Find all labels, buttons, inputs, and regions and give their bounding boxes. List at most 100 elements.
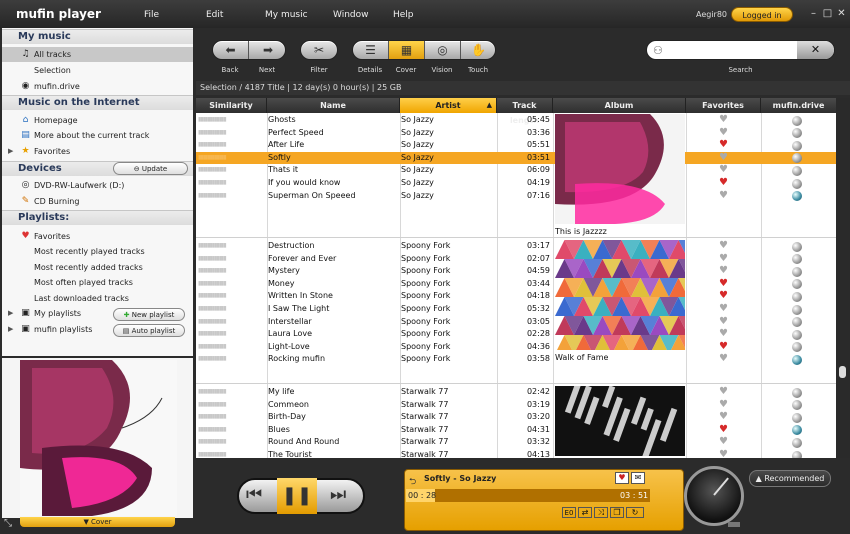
table-row[interactable]: ▮▮▮▮▮▮▮▮▮▮▮▮ Round And Round Starwalk 77 03… — [196, 436, 553, 449]
table-row[interactable]: ▮▮▮▮▮▮▮▮▮▮▮▮ Forever and Ever Spoony Fork 0… — [196, 253, 553, 266]
mufin-drive-status-icon[interactable] — [792, 128, 802, 139]
heart-outline-icon[interactable]: ♥ — [719, 127, 729, 138]
heart-filled-icon[interactable]: ♥ — [719, 178, 729, 188]
heart-filled-icon[interactable]: ♥ — [719, 140, 729, 150]
heart-outline-icon[interactable]: ♥ — [719, 387, 729, 397]
table-row[interactable]: ▮▮▮▮▮▮▮▮▮▮▮▮ Light-Love Spoony Fork 04:36 — [196, 341, 553, 354]
search-input[interactable]: ⚇ ✕ — [646, 40, 835, 60]
dock-icon[interactable] — [728, 522, 740, 527]
table-row[interactable]: ▮▮▮▮▮▮▮▮▮▮▮▮ Mystery Spoony Fork 04:59 — [196, 265, 553, 278]
column-header-artist[interactable]: Artist ▲ — [400, 98, 497, 113]
column-header-similarity[interactable]: Similarity — [196, 98, 267, 113]
filter-button[interactable]: ✂ — [300, 40, 338, 60]
heart-outline-icon[interactable]: ♥ — [719, 241, 729, 251]
mufin-drive-status-icon[interactable] — [792, 425, 802, 436]
scrollbar[interactable] — [836, 98, 850, 458]
details-button[interactable]: ☰ — [353, 41, 389, 59]
column-header-track-length[interactable]: Track length — [497, 98, 553, 125]
mufin-drive-status-icon[interactable] — [792, 241, 802, 252]
table-row[interactable]: ▮▮▮▮▮▮▮▮▮▮▮▮ Softly So Jazzy 03:51 — [196, 151, 836, 165]
menu-edit[interactable]: Edit — [206, 10, 223, 20]
update-button[interactable]: ⊖ Update — [113, 162, 188, 175]
sidebar-item-dvd[interactable]: ◎ DVD-RW-Laufwerk (D:) — [2, 178, 193, 193]
mufin-drive-status-icon[interactable] — [792, 178, 802, 189]
progress-track[interactable] — [406, 489, 650, 502]
expand-arrow-icon[interactable]: ▶ — [8, 322, 13, 337]
table-row[interactable]: ▮▮▮▮▮▮▮▮▮▮▮▮ Thats it So Jazzy 06:09 — [196, 164, 553, 177]
copy-icon[interactable]: ❐ — [610, 507, 624, 518]
auto-playlist-button[interactable]: ▤ Auto playlist — [113, 324, 185, 337]
mufin-drive-status-icon[interactable] — [792, 329, 802, 340]
sidebar-item-more-about[interactable]: ▤ More about the current track — [2, 128, 193, 143]
table-row[interactable]: ▮▮▮▮▮▮▮▮▮▮▮▮ Birth-Day Starwalk 77 03:20 — [196, 411, 553, 424]
new-playlist-button[interactable]: ✚ New playlist — [113, 308, 185, 321]
heart-filled-icon[interactable]: ♥ — [719, 341, 729, 352]
logged-in-button[interactable]: Logged in — [731, 7, 793, 22]
table-row[interactable]: ▮▮▮▮▮▮▮▮▮▮▮▮ Rocking mufin Spoony Fork 03:5… — [196, 353, 553, 366]
mufin-drive-status-icon[interactable] — [792, 254, 802, 265]
mufin-drive-status-icon[interactable] — [792, 450, 802, 458]
cover-toggle-button[interactable]: ▼ Cover — [20, 517, 175, 527]
sidebar-item-mufin-drive[interactable]: ◉ mufin.drive — [2, 79, 193, 94]
recommended-button[interactable]: ▲ Recommended — [749, 470, 831, 487]
heart-outline-icon[interactable]: ♥ — [719, 253, 729, 264]
column-header-name[interactable]: Name — [267, 98, 400, 113]
table-row[interactable]: ▮▮▮▮▮▮▮▮▮▮▮▮ Perfect Speed So Jazzy 03:36 — [196, 127, 553, 140]
heart-outline-icon[interactable]: ♥ — [719, 412, 729, 422]
clear-search-button[interactable]: ✕ — [797, 41, 834, 59]
table-row[interactable]: ▮▮▮▮▮▮▮▮▮▮▮▮ Laura Love Spoony Fork 02:28 — [196, 328, 553, 341]
mufin-drive-status-icon[interactable] — [792, 412, 802, 423]
album-cover-image[interactable] — [555, 386, 685, 456]
mufin-drive-status-icon[interactable] — [792, 437, 802, 448]
sidebar-item-often-played[interactable]: Most often played tracks — [2, 275, 193, 290]
heart-outline-icon[interactable]: ♥ — [719, 152, 729, 163]
next-button[interactable]: ➡ — [250, 41, 286, 59]
mufin-drive-status-icon[interactable] — [792, 342, 802, 353]
menu-window[interactable]: Window — [333, 10, 369, 20]
resize-icon[interactable]: ⤡ — [4, 518, 12, 529]
mufin-drive-status-icon[interactable] — [792, 140, 802, 151]
table-row[interactable]: ▮▮▮▮▮▮▮▮▮▮▮▮ Interstellar Spoony Fork 03:05 — [196, 316, 553, 329]
crossfade-icon[interactable]: ⇄ — [578, 507, 592, 518]
equalizer-button[interactable]: E0 — [562, 507, 576, 518]
heart-icon[interactable]: ♥ — [615, 472, 629, 484]
heart-filled-icon[interactable]: ♥ — [719, 424, 729, 435]
breadcrumb-selection[interactable]: Selection — [200, 83, 237, 92]
maximize-icon[interactable]: □ — [822, 8, 833, 19]
table-row[interactable]: ▮▮▮▮▮▮▮▮▮▮▮▮ After Life So Jazzy 05:51 — [196, 139, 553, 152]
shuffle-icon[interactable]: ⤨ — [594, 507, 608, 518]
expand-arrow-icon[interactable]: ▶ — [8, 306, 13, 321]
mufin-drive-status-icon[interactable] — [792, 291, 802, 302]
mufin-drive-status-icon[interactable] — [792, 191, 802, 202]
mufin-drive-status-icon[interactable] — [792, 266, 802, 277]
table-row[interactable]: ▮▮▮▮▮▮▮▮▮▮▮▮ If you would know So Jazzy 04:… — [196, 177, 553, 190]
heart-outline-icon[interactable]: ♥ — [719, 354, 729, 364]
sidebar-item-last-downloaded[interactable]: Last downloaded tracks — [2, 291, 193, 306]
menu-help[interactable]: Help — [393, 10, 414, 20]
mufin-drive-status-icon[interactable] — [792, 165, 802, 176]
pause-button[interactable]: ❚❚ — [277, 478, 317, 514]
sidebar-item-selection[interactable]: Selection — [2, 63, 193, 78]
heart-filled-icon[interactable]: ♥ — [719, 278, 729, 289]
mufin-drive-status-icon[interactable] — [792, 400, 802, 411]
heart-outline-icon[interactable]: ♥ — [719, 190, 729, 201]
scrollbar-thumb[interactable] — [839, 366, 846, 378]
table-row[interactable]: ▮▮▮▮▮▮▮▮▮▮▮▮ The Tourist Starwalk 77 04:13 — [196, 449, 553, 458]
close-icon[interactable]: ✕ — [836, 8, 847, 19]
expand-arrow-icon[interactable]: ▶ — [8, 144, 13, 159]
column-header-favorites[interactable]: Favorites — [686, 98, 761, 113]
heart-outline-icon[interactable]: ♥ — [719, 437, 729, 447]
table-row[interactable]: ▮▮▮▮▮▮▮▮▮▮▮▮ Written In Stone Spoony Fork 0… — [196, 290, 553, 303]
heart-outline-icon[interactable]: ♥ — [719, 316, 729, 327]
column-header-album[interactable]: Album — [553, 98, 686, 113]
sidebar-item-favorites[interactable]: ▶ ★ Favorites — [2, 144, 193, 159]
vision-button[interactable]: ◎ — [425, 41, 461, 59]
sidebar-item-cd-burning[interactable]: ✎ CD Burning — [2, 194, 193, 209]
heart-outline-icon[interactable]: ♥ — [719, 266, 729, 276]
table-row[interactable]: ▮▮▮▮▮▮▮▮▮▮▮▮ Destruction Spoony Fork 03:17 — [196, 240, 553, 253]
table-row[interactable]: ▮▮▮▮▮▮▮▮▮▮▮▮ Commeon Starwalk 77 03:19 — [196, 399, 553, 412]
table-row[interactable]: ▮▮▮▮▮▮▮▮▮▮▮▮ My life Starwalk 77 02:42 — [196, 386, 553, 399]
heart-filled-icon[interactable]: ♥ — [719, 291, 729, 301]
column-header-mufin-drive[interactable]: mufin.drive — [761, 98, 836, 113]
sidebar-item-recent-added[interactable]: Most recently added tracks — [2, 260, 193, 275]
